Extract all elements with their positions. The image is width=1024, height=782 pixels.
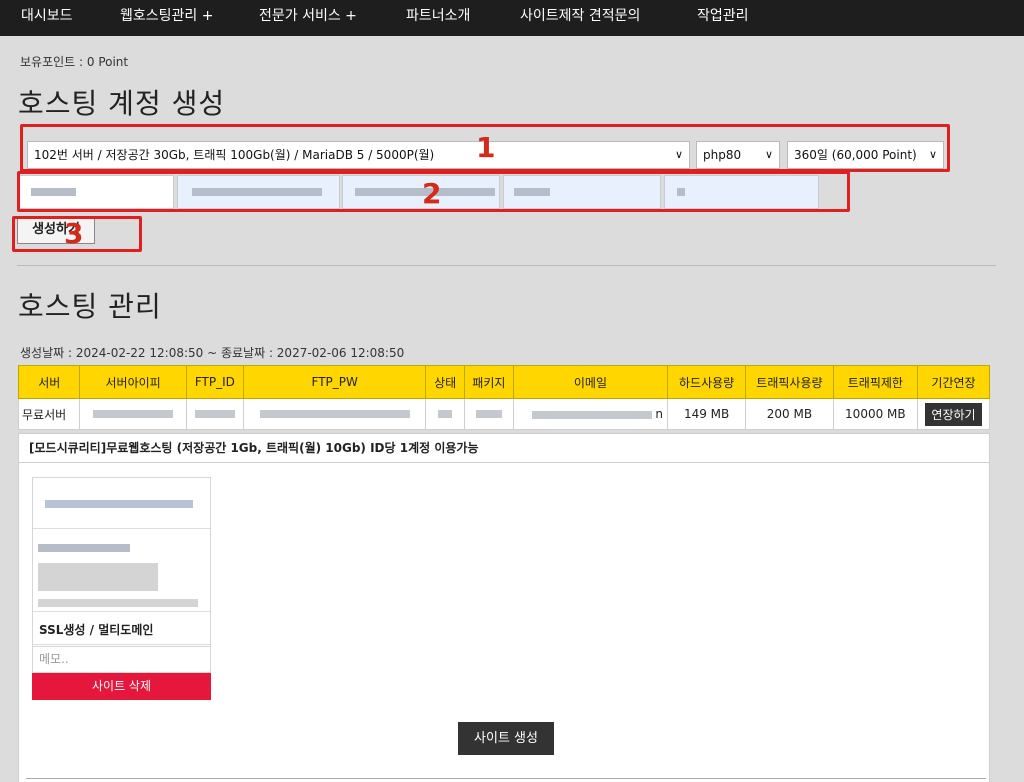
site-card-title[interactable]: SSL생성 / 멀티도메인 (39, 621, 153, 638)
extend-button[interactable]: 연장하기 (925, 402, 982, 426)
nav-item-dashboard[interactable]: 대시보드 (21, 0, 73, 36)
col-server-ip: 서버아이피 (79, 365, 187, 399)
col-traffic-limit: 트래픽제한 (832, 365, 919, 399)
create-site-button[interactable]: 사이트 생성 (458, 722, 554, 755)
cell-email: n (512, 398, 669, 430)
blurred-info (38, 544, 130, 552)
col-package: 패키지 (463, 365, 514, 399)
package-info-bar: [모드시큐리티]무료웹호스팅 (저장공간 1Gb, 트래픽(월) 10Gb) I… (18, 433, 990, 463)
col-ftp-id: FTP_ID (185, 365, 245, 399)
cell-server-ip (79, 398, 187, 430)
nav-item-tasks[interactable]: 작업관리 (697, 0, 749, 36)
annotation-number-3: 3 (64, 217, 84, 250)
manage-hosting-title: 호스팅 관리 (18, 290, 162, 323)
card-separator (33, 528, 210, 529)
blurred-info (38, 563, 158, 591)
blurred-domain (45, 500, 193, 508)
card-separator (33, 611, 210, 612)
cell-disk-usage: 149 MB (667, 398, 747, 430)
site-memo-input[interactable]: 메모.. (32, 646, 211, 673)
blurred-info (38, 599, 198, 607)
col-ftp-pw: FTP_PW (243, 365, 427, 399)
bottom-divider (26, 778, 986, 779)
col-email: 이메일 (512, 365, 669, 399)
col-extend: 기간연장 (917, 365, 990, 399)
annotation-number-2: 2 (422, 177, 442, 210)
cell-ftp-pw (243, 398, 427, 430)
col-server: 서버 (17, 365, 81, 399)
nav-item-partners[interactable]: 파트너소개 (406, 0, 470, 36)
cell-traffic-limit: 10000 MB (832, 398, 919, 430)
annotation-number-1: 1 (476, 131, 496, 164)
section-divider (17, 265, 996, 266)
nav-item-webhosting[interactable]: 웹호스팅관리 + (120, 0, 213, 36)
hosting-table: 서버 서버아이피 FTP_ID FTP_PW 상태 패키지 이메일 하드사용량 … (17, 365, 990, 430)
table-header-row: 서버 서버아이피 FTP_ID FTP_PW 상태 패키지 이메일 하드사용량 … (17, 365, 990, 399)
cell-status (425, 398, 465, 430)
nav-item-expert-service[interactable]: 전문가 서비스 + (259, 0, 357, 36)
email-tail: n (655, 407, 664, 421)
top-nav: 대시보드 웹호스팅관리 + 전문가 서비스 + 파트너소개 사이트제작 견적문의… (0, 0, 1024, 36)
col-traffic-usage: 트래픽사용량 (745, 365, 834, 399)
cell-ftp-id (185, 398, 245, 430)
col-disk-usage: 하드사용량 (667, 365, 747, 399)
col-status: 상태 (425, 365, 465, 399)
nav-item-quote[interactable]: 사이트제작 견적문의 (520, 0, 640, 36)
cell-traffic-usage: 200 MB (745, 398, 834, 430)
cell-server: 무료서버 (17, 398, 81, 430)
cell-extend: 연장하기 (917, 398, 990, 430)
card-separator (33, 644, 210, 645)
delete-site-button[interactable]: 사이트 삭제 (32, 673, 211, 700)
create-hosting-title: 호스팅 계정 생성 (18, 87, 226, 120)
cell-package (463, 398, 514, 430)
table-row: 무료서버 n 149 MB 200 MB 10000 MB 연장하기 (17, 398, 990, 430)
points-label: 보유포인트 : 0 Point (20, 55, 129, 69)
date-range-line: 생성날짜 : 2024-02-22 12:08:50 ~ 종료날짜 : 2027… (20, 346, 405, 360)
